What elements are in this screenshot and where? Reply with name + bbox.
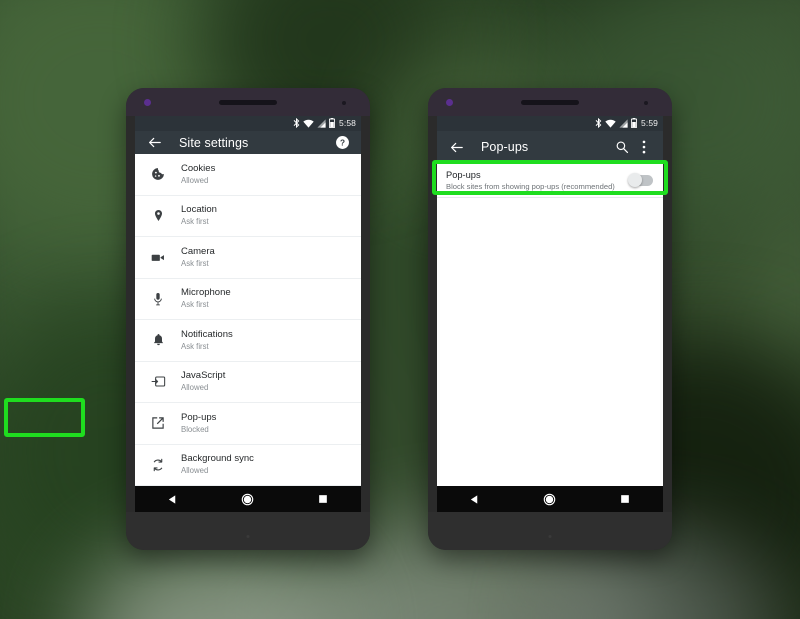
home-nav-icon[interactable]: [538, 488, 562, 510]
cookie-icon: [145, 161, 171, 187]
list-item-status: Allowed: [181, 175, 209, 185]
list-item-title: Notifications: [181, 328, 233, 340]
list-item-title: Pop-ups: [181, 411, 217, 423]
status-bar-clock: 5:58: [339, 118, 356, 129]
phone-left-screen: 5:58 Site settings ? Cookies Allowed Loc…: [135, 116, 361, 512]
status-bar-clock: 5:59: [641, 118, 658, 129]
front-camera: [342, 101, 346, 105]
page-title: Pop-ups: [481, 140, 529, 154]
svg-text:?: ?: [339, 139, 344, 148]
popups-icon: [145, 410, 171, 436]
list-item-cookies[interactable]: Cookies Allowed: [135, 154, 361, 196]
phone-top-bezel: [428, 88, 672, 116]
toggle-knob: [628, 172, 642, 187]
list-item-notifications[interactable]: Notifications Ask first: [135, 320, 361, 362]
back-nav-icon[interactable]: [161, 488, 185, 510]
list-item-background-sync[interactable]: Background sync Allowed: [135, 445, 361, 486]
setting-title: Pop-ups: [446, 169, 481, 180]
list-item-title: Location: [181, 204, 217, 216]
home-nav-icon[interactable]: [236, 488, 260, 510]
list-item-popups[interactable]: Pop-ups Blocked: [135, 403, 361, 445]
list-item-status: Ask first: [181, 341, 209, 351]
popups-toggle-row[interactable]: Pop-ups Block sites from showing pop-ups…: [437, 163, 663, 198]
list-item-status: Ask first: [181, 258, 209, 268]
background-image: [0, 0, 800, 619]
system-nav-bar: [135, 486, 361, 512]
recents-nav-icon[interactable]: [311, 488, 335, 510]
phone-right: 5:59 Pop-ups Pop-ups Block sites from sh…: [428, 88, 672, 550]
microphone-icon: [145, 286, 171, 312]
back-nav-icon[interactable]: [463, 488, 487, 510]
list-item-status: Allowed: [181, 383, 209, 393]
phone-bottom-bezel: [428, 512, 672, 550]
search-icon[interactable]: [611, 136, 633, 158]
list-item-title: JavaScript: [181, 370, 226, 382]
app-bar: Pop-ups: [437, 131, 663, 163]
javascript-icon: [145, 369, 171, 395]
list-item-javascript[interactable]: JavaScript Allowed: [135, 362, 361, 403]
help-icon[interactable]: ?: [331, 132, 353, 154]
system-nav-bar: [437, 486, 663, 512]
status-bar: 5:59: [437, 116, 663, 131]
phone-right-screen: 5:59 Pop-ups Pop-ups Block sites from sh…: [437, 116, 663, 512]
setting-description: Block sites from showing pop-ups (recomm…: [446, 181, 615, 191]
front-camera: [644, 101, 648, 105]
popups-toggle-switch[interactable]: [628, 172, 653, 187]
location-pin-icon: [145, 203, 171, 229]
settings-empty-area: [437, 198, 663, 486]
list-item-microphone[interactable]: Microphone Ask first: [135, 279, 361, 320]
site-settings-list: Cookies Allowed Location Ask first Camer…: [135, 154, 361, 486]
list-item-title: Cookies: [181, 162, 216, 174]
earpiece-speaker: [521, 100, 579, 105]
app-bar: Site settings ?: [135, 131, 361, 154]
list-item-status: Ask first: [181, 300, 209, 310]
earpiece-speaker: [219, 100, 277, 105]
overflow-menu-icon[interactable]: [633, 136, 655, 158]
background-sync-icon: [145, 452, 171, 478]
list-item-title: Background sync: [181, 453, 254, 465]
list-item-camera[interactable]: Camera Ask first: [135, 237, 361, 279]
phone-top-bezel: [126, 88, 370, 116]
notifications-bell-icon: [145, 327, 171, 353]
back-arrow-icon[interactable]: [143, 132, 165, 154]
sensor-dot: [446, 99, 453, 106]
recents-nav-icon[interactable]: [613, 488, 637, 510]
list-item-title: Camera: [181, 245, 215, 257]
phone-bottom-bezel: [126, 512, 370, 550]
list-item-status: Allowed: [181, 466, 209, 476]
page-title: Site settings: [179, 135, 249, 150]
phone-left: 5:58 Site settings ? Cookies Allowed Loc…: [126, 88, 370, 550]
list-item-status: Blocked: [181, 424, 209, 434]
list-item-status: Ask first: [181, 217, 209, 227]
status-bar: 5:58: [135, 116, 361, 131]
camera-icon: [145, 244, 171, 270]
list-item-location[interactable]: Location Ask first: [135, 196, 361, 237]
sensor-dot: [144, 99, 151, 106]
list-item-title: Microphone: [181, 287, 231, 299]
back-arrow-icon[interactable]: [445, 136, 467, 158]
